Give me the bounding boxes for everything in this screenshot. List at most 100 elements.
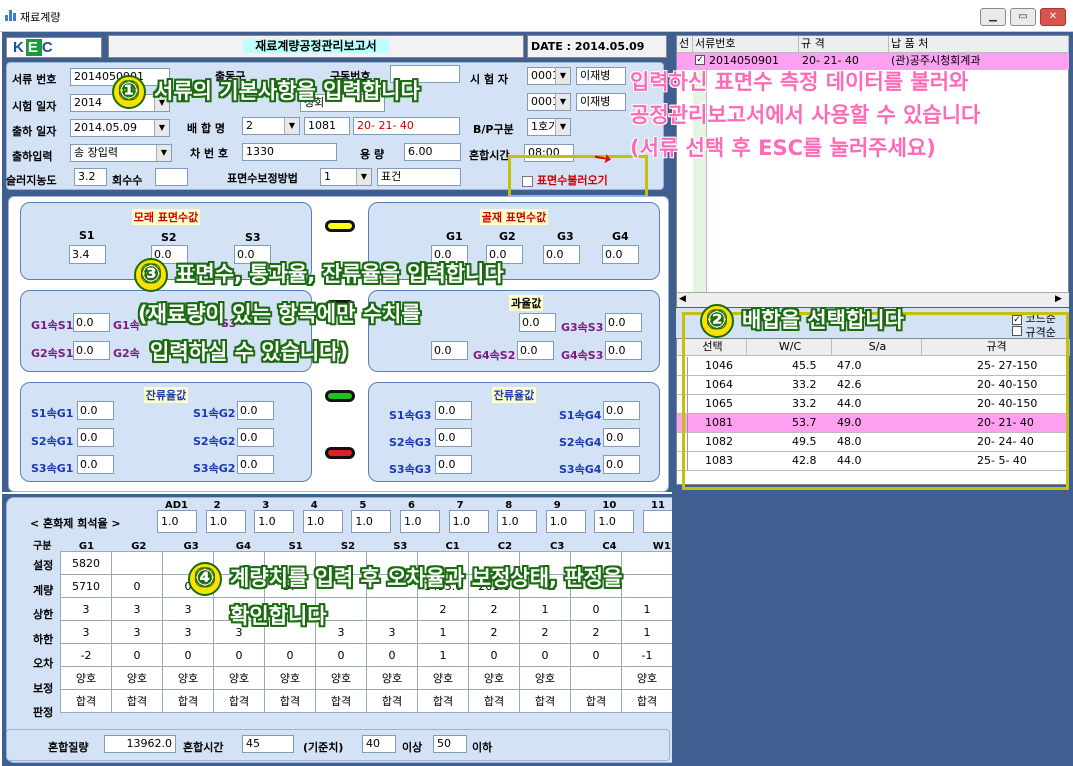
grid-cell[interactable]: 합격 — [60, 689, 112, 713]
std-max-field[interactable]: 50 — [433, 735, 467, 753]
volume-field[interactable]: 6.00 — [404, 143, 461, 161]
grid-cell[interactable]: -2 — [60, 643, 112, 667]
pass-right-input-2[interactable]: 0.0 — [431, 341, 468, 360]
grid-cell[interactable]: 3 — [111, 597, 163, 621]
dilution-input-0[interactable]: 1.0 — [157, 510, 197, 533]
grid-cell[interactable]: 3 — [162, 620, 214, 644]
grid-cell[interactable]: 2 — [468, 620, 520, 644]
tester-name-1[interactable]: 이재병 — [576, 67, 626, 85]
dilution-input-2[interactable]: 1.0 — [254, 510, 295, 533]
res-s3g2-input[interactable]: 0.0 — [237, 455, 274, 474]
g3-input[interactable]: 0.0 — [543, 245, 580, 264]
std-min-field[interactable]: 40 — [362, 735, 396, 753]
grid-cell[interactable]: 2 — [468, 597, 520, 621]
grid-cell[interactable]: 합격 — [570, 689, 622, 713]
res-s2g3-input[interactable]: 0.0 — [435, 428, 472, 447]
grid-cell[interactable]: 0 — [519, 643, 571, 667]
grid-cell[interactable]: 3 — [111, 620, 163, 644]
res-s2g2-input[interactable]: 0.0 — [237, 428, 274, 447]
grid-cell[interactable]: 0 — [570, 597, 622, 621]
grid-cell[interactable]: 2 — [570, 620, 622, 644]
grid-cell[interactable]: 양호 — [264, 666, 316, 690]
grid-cell[interactable]: 1 — [621, 620, 673, 644]
grid-cell[interactable]: 양호 — [621, 666, 673, 690]
grid-cell[interactable] — [621, 551, 673, 575]
grid-cell[interactable]: 1 — [621, 597, 673, 621]
total-mass-field[interactable]: 13962.0 — [104, 735, 176, 753]
grid-cell[interactable]: 양호 — [315, 666, 367, 690]
grid-cell[interactable]: 합격 — [315, 689, 367, 713]
mix-time-footer-field[interactable]: 45 — [242, 735, 294, 753]
grid-cell[interactable]: 3 — [60, 620, 112, 644]
dilution-input-8[interactable]: 1.0 — [545, 510, 586, 533]
grid-cell[interactable]: 양호 — [468, 666, 520, 690]
s1-input[interactable]: 3.4 — [69, 245, 106, 264]
ship-date-select[interactable]: 2014.05.09 ▼ — [70, 119, 170, 137]
grid-cell[interactable] — [366, 597, 418, 621]
grid-cell[interactable]: 5710 — [60, 574, 112, 598]
maximize-button[interactable]: ▭ — [1010, 8, 1036, 26]
g4-input[interactable]: 0.0 — [602, 245, 639, 264]
doc-row-checkbox[interactable]: ✓ — [695, 55, 705, 65]
car-no-field[interactable]: 1330 — [242, 143, 337, 161]
grid-cell[interactable]: 양호 — [417, 666, 469, 690]
pass-g1s1-input[interactable]: 0.0 — [73, 313, 110, 332]
grid-cell[interactable]: 합격 — [264, 689, 316, 713]
dilution-input-7[interactable]: 1.0 — [497, 510, 538, 533]
grid-cell[interactable] — [621, 574, 673, 598]
grid-cell[interactable]: 1 — [417, 620, 469, 644]
tester-name-2[interactable]: 이재병 — [576, 93, 626, 111]
pass-g4s2-input[interactable]: 0.0 — [517, 341, 554, 360]
grid-cell[interactable]: 합격 — [162, 689, 214, 713]
res-s3g1-input[interactable]: 0.0 — [77, 455, 114, 474]
mix-spec-field[interactable]: 20- 21- 40 — [353, 117, 460, 135]
grid-cell[interactable]: 합격 — [111, 689, 163, 713]
grid-cell[interactable]: 0 — [111, 574, 163, 598]
mix-code-field[interactable]: 1081 — [304, 117, 350, 135]
grid-cell[interactable]: 2 — [519, 620, 571, 644]
res-s1g4-input[interactable]: 0.0 — [603, 401, 640, 420]
dilution-input-1[interactable]: 1.0 — [205, 510, 246, 533]
res-s3g3-input[interactable]: 0.0 — [435, 455, 472, 474]
grid-cell[interactable]: 양호 — [60, 666, 112, 690]
grid-cell[interactable]: 0 — [213, 643, 265, 667]
grid-cell[interactable]: 0 — [162, 643, 214, 667]
count-field[interactable] — [155, 168, 188, 186]
mix-name-select[interactable]: 2 ▼ — [242, 117, 300, 135]
res-s3g4-input[interactable]: 0.0 — [603, 455, 640, 474]
grid-cell[interactable]: 0 — [468, 643, 520, 667]
load-surface-checkbox[interactable]: 표면수불러오기 — [522, 172, 608, 188]
pass-g4s3-input[interactable]: 0.0 — [605, 341, 642, 360]
grid-cell[interactable]: 합격 — [366, 689, 418, 713]
grid-cell[interactable] — [111, 551, 163, 575]
scroll-left-icon[interactable]: ◀ — [679, 294, 686, 304]
grid-cell[interactable]: 양호 — [213, 666, 265, 690]
res-s1g3-input[interactable]: 0.0 — [435, 401, 472, 420]
grid-cell[interactable]: 1 — [519, 597, 571, 621]
ship-input-select[interactable]: 송 장입력 ▼ — [70, 144, 172, 162]
grid-cell[interactable]: 5820 — [60, 551, 112, 575]
grid-cell[interactable]: 1 — [417, 643, 469, 667]
grid-cell[interactable]: 0 — [111, 643, 163, 667]
scroll-right-icon[interactable]: ▶ — [1055, 294, 1062, 304]
tester-code-select-1[interactable]: 0001 ▼ — [527, 67, 571, 85]
grid-cell[interactable]: 3 — [366, 620, 418, 644]
res-s2g1-input[interactable]: 0.0 — [77, 428, 114, 447]
grid-cell[interactable]: 양호 — [111, 666, 163, 690]
grid-cell[interactable]: 양호 — [162, 666, 214, 690]
grid-cell[interactable]: 양호 — [366, 666, 418, 690]
grid-cell[interactable]: 양호 — [519, 666, 571, 690]
grid-cell[interactable]: 합격 — [417, 689, 469, 713]
grid-cell[interactable]: 합격 — [468, 689, 520, 713]
grid-cell[interactable]: 3 — [60, 597, 112, 621]
grid-cell[interactable]: 0 — [366, 643, 418, 667]
pass-g3s3-input[interactable]: 0.0 — [605, 313, 642, 332]
res-s1g2-input[interactable]: 0.0 — [237, 401, 274, 420]
grid-cell[interactable]: 합격 — [621, 689, 673, 713]
grid-cell[interactable]: 0 — [315, 643, 367, 667]
grid-cell[interactable]: -1 — [621, 643, 673, 667]
grid-cell[interactable]: 2 — [417, 597, 469, 621]
close-button[interactable]: ✕ — [1040, 8, 1066, 26]
pass-g2s1-input[interactable]: 0.0 — [73, 341, 110, 360]
grid-cell[interactable] — [570, 666, 622, 690]
